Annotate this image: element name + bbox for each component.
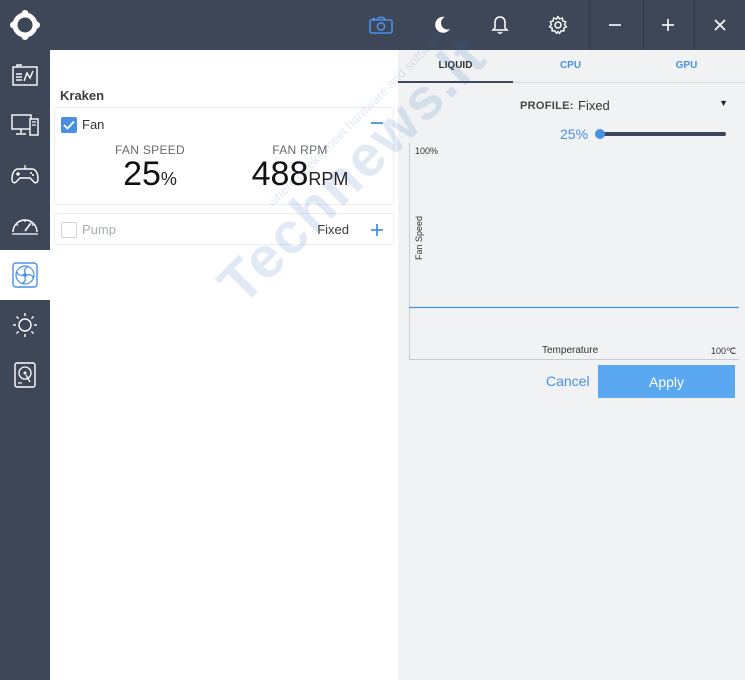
sidebar-item-storage[interactable] [0, 350, 50, 400]
plus-icon [371, 224, 383, 236]
storage-icon [14, 362, 36, 388]
sidebar-item-cooling[interactable] [0, 250, 50, 300]
fan-rpm-readout: 488RPM [235, 157, 365, 196]
logo-icon[interactable] [10, 10, 40, 40]
speed-slider-track[interactable] [600, 132, 726, 136]
profile-label: PROFILE: [520, 100, 574, 112]
minus-icon [371, 122, 383, 124]
profile-select[interactable]: Fixed ▼ [578, 98, 728, 116]
device-title: Kraken [60, 88, 105, 103]
sidebar [0, 50, 50, 680]
close-icon[interactable] [695, 0, 745, 50]
tab-gpu[interactable]: GPU [628, 50, 745, 83]
bell-icon[interactable] [475, 0, 525, 50]
fan-speed-value: 25 [123, 155, 161, 193]
tab-liquid[interactable]: LIQUID [398, 50, 513, 83]
cancel-button[interactable]: Cancel [546, 365, 596, 397]
sun-icon [13, 313, 37, 337]
sidebar-item-dashboard[interactable] [0, 50, 50, 100]
fan-rpm-stat: FAN RPM 488RPM [235, 143, 365, 196]
fan-rpm-value: 488 [251, 155, 309, 193]
fan-card: Fan FAN SPEED 25% FAN RPM 488RPM [54, 107, 394, 205]
device-panel: Kraken Fan FAN SPEED 25% FAN RPM 488RPM … [50, 50, 398, 680]
gamepad-icon [11, 165, 39, 184]
tab-cpu[interactable]: CPU [513, 50, 628, 83]
fan-label: Fan [82, 117, 105, 132]
gear-icon[interactable] [533, 0, 583, 50]
dropdown-arrow-icon: ▼ [719, 98, 728, 108]
checkmark-icon [63, 120, 75, 130]
fan-curve-chart[interactable] [409, 143, 739, 360]
title-bar [0, 0, 745, 50]
apply-button[interactable]: Apply [598, 365, 735, 398]
sidebar-item-gaming[interactable] [0, 150, 50, 200]
chart-x-max-label: 100℃ [711, 346, 737, 356]
expand-pump-button[interactable] [369, 222, 385, 238]
camera-icon[interactable] [356, 0, 406, 50]
chart-x-axis-label: Temperature [542, 345, 599, 356]
speedometer-icon [12, 219, 38, 235]
dashboard-icon [12, 64, 38, 86]
pump-label: Pump [82, 222, 116, 237]
fan-rpm-unit: RPM [308, 169, 349, 189]
speed-slider-thumb[interactable] [595, 129, 605, 139]
pump-mode: Fixed [317, 222, 349, 237]
chart-y-max-label: 100% [415, 146, 439, 156]
fan-speed-stat: FAN SPEED 25% [105, 143, 195, 196]
chart-y-axis-label: Fan Speed [414, 215, 424, 260]
profile-panel: LIQUID CPU GPU PROFILE: Fixed ▼ 25% 100%… [398, 50, 745, 680]
sidebar-item-overclock[interactable] [0, 200, 50, 250]
fan-speed-unit: % [160, 169, 177, 189]
maximize-icon[interactable] [643, 0, 693, 50]
fan-speed-readout: 25% [105, 157, 195, 196]
moon-icon[interactable] [417, 0, 467, 50]
tab-bar: LIQUID CPU GPU [398, 50, 745, 83]
sidebar-item-system[interactable] [0, 100, 50, 150]
pump-checkbox[interactable] [61, 222, 77, 238]
fan-icon [12, 262, 38, 288]
minimize-icon[interactable] [590, 0, 640, 50]
profile-value: Fixed [578, 98, 610, 113]
sidebar-item-lighting[interactable] [0, 300, 50, 350]
monitor-icon [11, 114, 39, 136]
fan-checkbox[interactable] [61, 117, 77, 133]
pump-card: Pump Fixed [54, 213, 394, 245]
collapse-fan-button[interactable] [369, 114, 385, 130]
cam-app-window: Kraken Fan FAN SPEED 25% FAN RPM 488RPM … [0, 0, 745, 680]
speed-percent: 25% [560, 126, 589, 142]
